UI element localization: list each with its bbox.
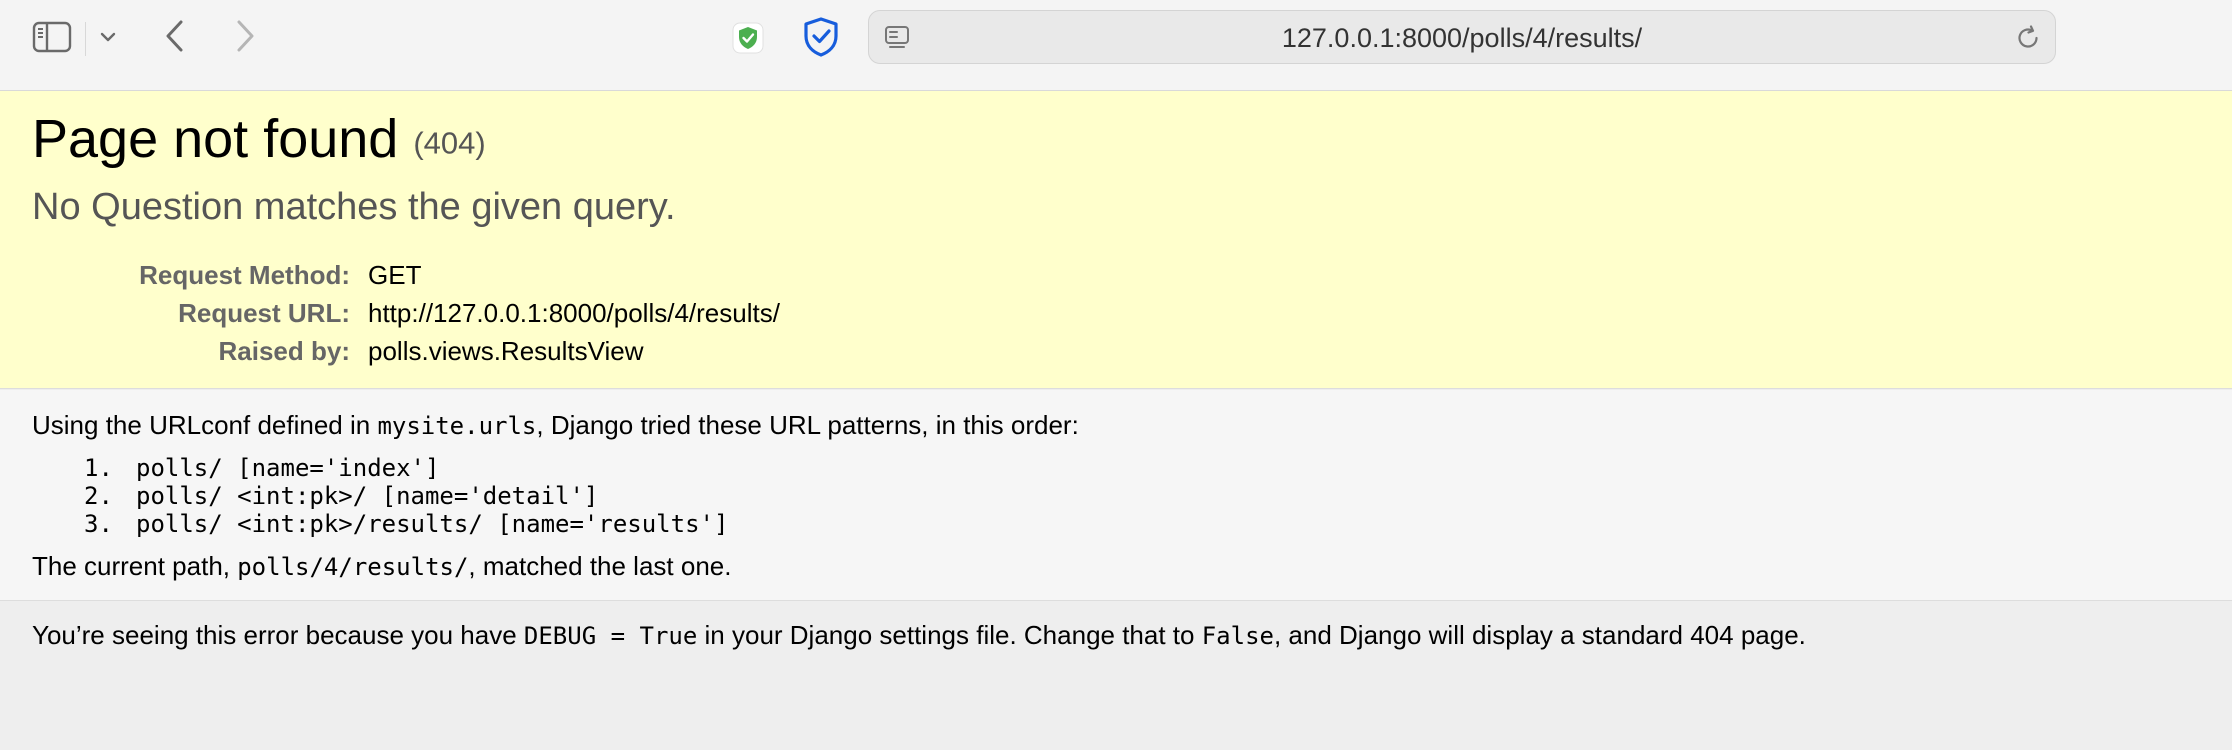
pattern-number: 1. (84, 454, 113, 482)
chevron-down-icon (100, 32, 116, 42)
meta-label: Request Method: (139, 260, 350, 290)
pattern-text: polls/ [name='index'] (136, 454, 440, 482)
password-manager-extension-button[interactable] (800, 14, 842, 60)
bitwarden-shield-icon (804, 17, 838, 57)
toolbar-divider (85, 22, 86, 56)
error-summary: Page not found (404) No Question matches… (0, 91, 2232, 389)
error-title: Page not found (32, 109, 399, 169)
pattern-number: 2. (84, 482, 113, 510)
meta-label: Request URL: (178, 298, 350, 328)
meta-value: http://127.0.0.1:8000/polls/4/results/ (368, 298, 780, 328)
browser-toolbar: 127.0.0.1:8000/polls/4/results/ (0, 0, 2232, 91)
explanation-part: You’re seeing this error because you hav… (32, 620, 524, 650)
explanation-part: , and Django will display a standard 404… (1273, 620, 1806, 650)
reload-icon[interactable] (2013, 23, 2043, 53)
page-title: Page not found (404) (32, 107, 486, 172)
pattern-text: polls/ <int:pk>/results/ [name='results'… (136, 510, 729, 538)
url-patterns-info: Using the URLconf defined in mysite.urls… (0, 390, 2232, 601)
tab-group-menu-button[interactable] (96, 22, 120, 52)
address-bar[interactable]: 127.0.0.1:8000/polls/4/results/ (868, 10, 2056, 64)
sidebar-toggle-button[interactable] (30, 18, 74, 56)
url-pattern-item: 2. polls/ <int:pk>/ [name='detail'] (84, 482, 728, 510)
current-text: The current path, (32, 551, 238, 581)
intro-text: , Django tried these URL patterns, in th… (536, 410, 1079, 440)
explanation-part: in your Django settings file. Change tha… (697, 620, 1202, 650)
back-button[interactable] (160, 16, 190, 56)
false-code: False (1201, 622, 1274, 650)
meta-value: polls.views.ResultsView (368, 336, 644, 366)
forward-button[interactable] (230, 16, 260, 56)
urlconf-name: mysite.urls (377, 412, 537, 440)
pattern-number: 3. (84, 510, 113, 538)
error-message: No Question matches the given query. (32, 186, 676, 228)
meta-label: Raised by: (218, 336, 351, 366)
meta-value: GET (368, 260, 422, 290)
debug-setting-code: DEBUG = True (523, 622, 698, 650)
intro-text: Using the URLconf defined in (32, 410, 378, 440)
privacy-extension-button[interactable] (730, 20, 766, 56)
green-shield-icon (732, 22, 764, 54)
url-pattern-item: 3. polls/ <int:pk>/results/ [name='result… (84, 510, 728, 538)
chevron-right-icon (237, 20, 254, 52)
chevron-left-icon (166, 20, 183, 52)
debug-explanation: You’re seeing this error because you hav… (0, 602, 2232, 750)
url-text[interactable]: 127.0.0.1:8000/polls/4/results/ (869, 11, 2055, 65)
error-code: (404) (413, 125, 486, 161)
current-text: , matched the last one. (468, 551, 732, 581)
urlconf-intro: Using the URLconf defined in mysite.urls… (32, 410, 1079, 441)
current-path-text: The current path, polls/4/results/, matc… (32, 551, 731, 582)
current-path: polls/4/results/ (237, 553, 469, 581)
explanation-text: You’re seeing this error because you hav… (32, 620, 1806, 651)
url-pattern-list: 1. polls/ [name='index'] 2. polls/ <int:pk… (84, 454, 728, 538)
url-pattern-item: 1. polls/ [name='index'] (84, 454, 728, 482)
pattern-text: polls/ <int:pk>/ [name='detail'] (136, 482, 599, 510)
sidebar-icon (32, 21, 72, 53)
